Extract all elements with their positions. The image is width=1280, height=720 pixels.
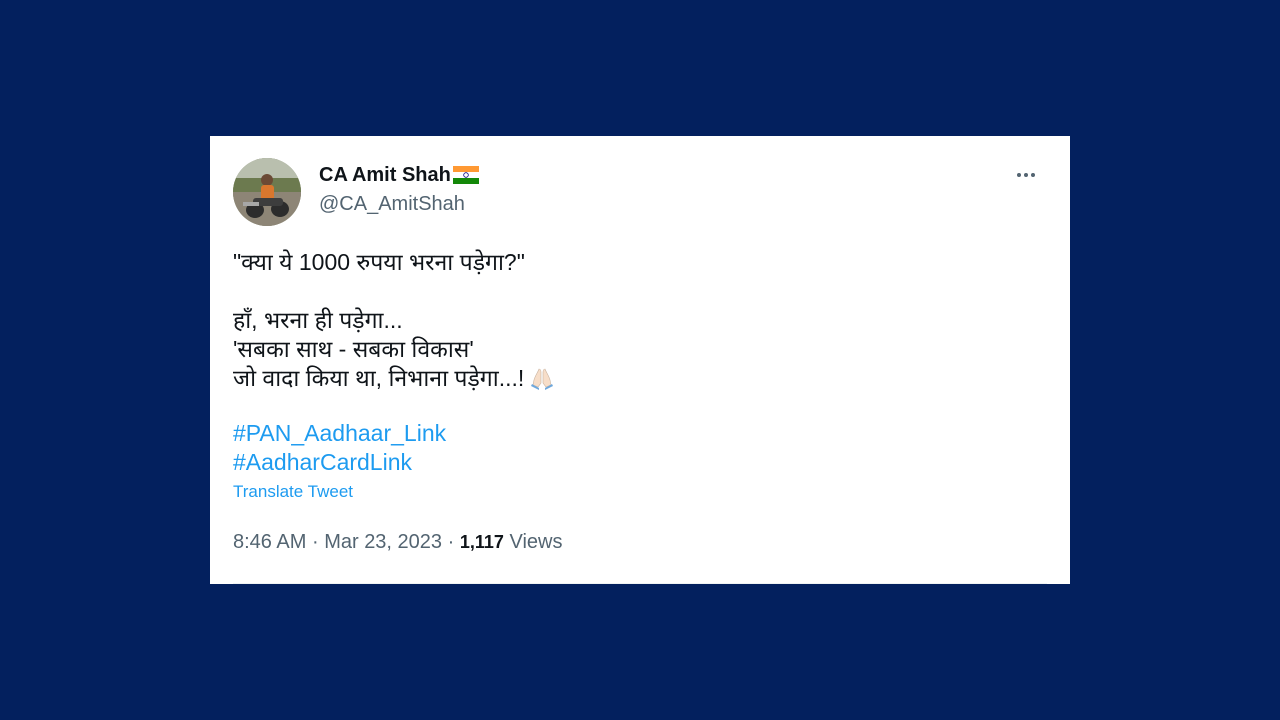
translate-tweet-link[interactable]: Translate Tweet [233,482,353,502]
views-count: 1,117 [459,532,504,552]
tweet-text: "क्या ये 1000 रुपया भरना पड़ेगा?" हाँ, भ… [233,248,1033,397]
divider [233,583,1047,584]
tweet-time[interactable]: 8:46 AM [233,531,306,553]
hashtag-link[interactable]: #PAN_Aadhaar_Link [233,419,446,448]
tweet-line-last: जो वादा किया था, निभाना पड़ेगा...! [233,364,1033,397]
avatar-photo [233,158,301,226]
tweet-line: 'सबका साथ - सबका विकास' [233,336,474,362]
avatar[interactable] [233,158,301,226]
more-options-button[interactable] [1006,163,1046,187]
author-handle[interactable]: @CA_AmitShah [319,192,465,216]
hashtag-link[interactable]: #AadharCardLink [233,448,446,477]
author-name-text: CA Amit Shah [319,164,451,186]
tweet-date[interactable]: Mar 23, 2023 [324,531,442,553]
folded-hands-icon [530,366,554,397]
tweet-card: CA Amit Shah @CA_AmitShah "क्या ये 1000 … [210,136,1070,584]
views-label: Views [509,531,563,553]
tweet-meta: 8:46 AM · Mar 23, 2023 · 1,117 Views [233,530,562,554]
tweet-line: हाँ, भरना ही पड़ेगा... [233,307,403,333]
tweet-line-text: जो वादा किया था, निभाना पड़ेगा...! [233,365,525,391]
meta-separator: · [311,531,319,553]
author-name[interactable]: CA Amit Shah [319,163,479,187]
tweet-line-quote: "क्या ये 1000 रुपया भरना पड़ेगा?" [233,249,525,275]
more-options-icon [1017,173,1021,177]
hashtag-list: #PAN_Aadhaar_Link #AadharCardLink [233,419,446,477]
meta-separator: · [447,531,455,553]
india-flag-icon [452,166,479,184]
